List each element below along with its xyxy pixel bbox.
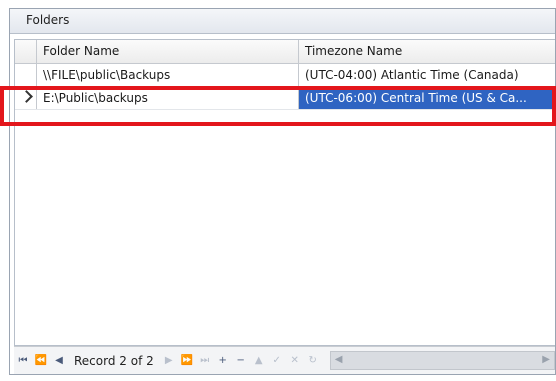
panel-title: Folders: [10, 9, 555, 34]
previous-record-button[interactable]: ◀: [52, 354, 66, 368]
record-position-text: Record 2 of 2: [74, 353, 154, 368]
save-record-button[interactable]: ✓: [270, 354, 284, 368]
previous-page-button[interactable]: ⏪: [34, 354, 48, 368]
horizontal-scrollbar[interactable]: ◀ ▶: [329, 351, 555, 370]
timezone-name-cell[interactable]: (UTC-06:00) Central Time (US & Ca...: [299, 87, 555, 109]
current-row-arrow-icon: [20, 90, 33, 103]
grid-header-row: Folder Name Timezone Name: [15, 40, 555, 64]
timezone-name-cell[interactable]: (UTC-04:00) Atlantic Time (Canada): [299, 64, 555, 86]
column-header-timezone-name[interactable]: Timezone Name: [299, 40, 555, 63]
column-header-folder-name[interactable]: Folder Name: [37, 40, 299, 63]
row-indicator[interactable]: [15, 64, 37, 86]
next-page-button[interactable]: ⏩: [180, 354, 194, 368]
edit-record-button[interactable]: ▲: [252, 354, 266, 368]
delete-record-button[interactable]: −: [234, 354, 248, 368]
last-record-button[interactable]: ⏭: [198, 354, 212, 368]
next-record-button[interactable]: ▶: [162, 354, 176, 368]
folders-panel: Folders Folder Name Timezone Name \\FILE…: [9, 8, 556, 375]
scroll-right-icon[interactable]: ▶: [542, 354, 550, 365]
record-navigator: ⏮ ⏪ ◀ Record 2 of 2 ▶ ⏩ ⏭ + − ▲ ✓ ✕ ↻ ◀ …: [14, 346, 555, 374]
row-indicator-header: [15, 40, 37, 63]
scroll-left-icon[interactable]: ◀: [335, 354, 343, 365]
add-record-button[interactable]: +: [216, 354, 230, 368]
first-record-button[interactable]: ⏮: [16, 354, 30, 368]
table-row-selected[interactable]: E:\Public\backups (UTC-06:00) Central Ti…: [15, 87, 555, 110]
cancel-edit-button[interactable]: ✕: [288, 354, 302, 368]
row-indicator-current[interactable]: [15, 87, 37, 109]
table-row[interactable]: \\FILE\public\Backups (UTC-04:00) Atlant…: [15, 64, 555, 87]
refresh-button[interactable]: ↻: [306, 354, 320, 368]
folder-name-cell[interactable]: E:\Public\backups: [37, 87, 299, 109]
folders-grid[interactable]: Folder Name Timezone Name \\FILE\public\…: [14, 39, 555, 346]
folder-name-cell[interactable]: \\FILE\public\Backups: [37, 64, 299, 86]
